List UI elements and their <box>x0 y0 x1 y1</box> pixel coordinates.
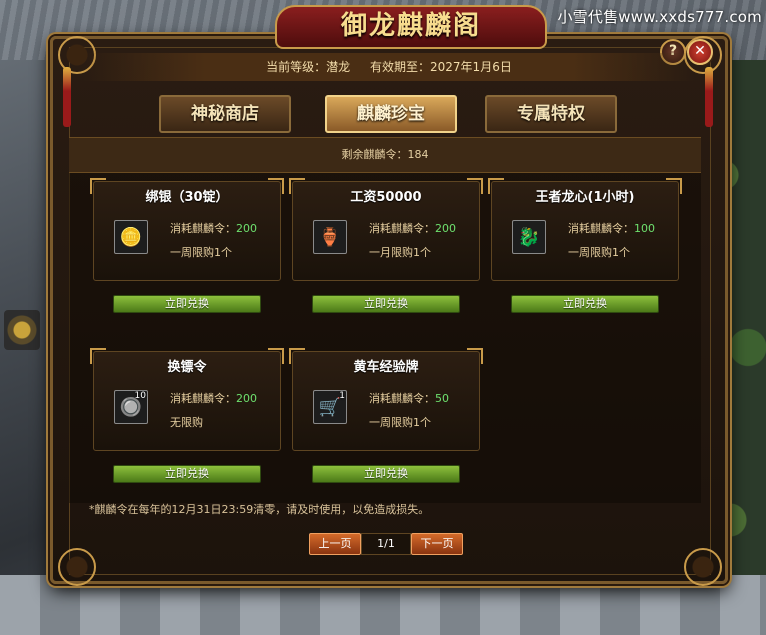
gold-pot-icon: 🏺 <box>313 220 347 254</box>
cost-label: 消耗麒麟令： <box>369 222 435 235</box>
item-name: 工资50000 <box>350 190 422 205</box>
purchase-limit: 一周限购1个 <box>369 416 431 429</box>
window-title: 御龙麒麟阁 <box>275 5 547 49</box>
item-cost: 消耗麒麟令：100 <box>568 220 655 236</box>
current-level: 当前等级：潜龙 <box>266 60 351 74</box>
remaining-tokens: 剩余麒麟令：184 <box>69 137 701 173</box>
cost-label: 消耗麒麟令： <box>568 222 634 235</box>
dragon-heart-icon: 🐉 <box>512 220 546 254</box>
tab-bar: 神秘商店 麒麟珍宝 专属特权 <box>159 95 619 133</box>
lantern-decoration <box>4 310 40 350</box>
watermark-text: 小雪代售www.xxds777.com <box>557 8 762 26</box>
expiry-date: 有效期至：2027年1月6日 <box>370 60 512 74</box>
purchase-limit: 一周限购1个 <box>170 246 232 259</box>
item-name: 王者龙心(1小时) <box>535 190 635 205</box>
tab-exclusive-privilege[interactable]: 专属特权 <box>485 95 617 133</box>
ribbon-ornament <box>63 67 71 127</box>
page-indicator: 1/1 <box>361 533 411 555</box>
shop-item-card: 王者龙心(1小时) 🐉 消耗麒麟令：100 一周限购1个 <box>488 178 679 281</box>
cost-label: 消耗麒麟令： <box>170 392 236 405</box>
purchase-limit: 一周限购1个 <box>568 246 630 259</box>
qilin-pavilion-window: 御龙麒麟阁 ? ✕ 当前等级：潜龙 有效期至：2027年1月6日 神秘商店 麒麟… <box>50 5 728 586</box>
stone-ground <box>0 575 766 635</box>
cost-value: 50 <box>435 392 449 405</box>
item-name: 绑银（30锭） <box>145 190 229 205</box>
cost-label: 消耗麒麟令： <box>170 222 236 235</box>
cost-value: 200 <box>435 222 456 235</box>
shop-item-card: 工资50000 🏺 消耗麒麟令：200 一月限购1个 <box>289 178 480 281</box>
escort-token-icon: 🔘 10 <box>114 390 148 424</box>
shop-item-card: 黄车经验牌 🛒 1 消耗麒麟令：50 一周限购1个 <box>289 348 480 451</box>
cost-value: 100 <box>634 222 655 235</box>
item-name: 换镖令 <box>167 360 207 375</box>
corner-ornament <box>58 548 96 586</box>
item-name: 黄车经验牌 <box>353 360 419 375</box>
cart-exp-icon: 🛒 1 <box>313 390 347 424</box>
corner-ornament <box>684 548 722 586</box>
tab-mystery-shop[interactable]: 神秘商店 <box>159 95 291 133</box>
ribbon-ornament <box>705 67 713 127</box>
item-cost: 消耗麒麟令：200 <box>369 220 456 236</box>
item-count: 1 <box>339 391 345 401</box>
exchange-button[interactable]: 立即兑换 <box>113 295 261 313</box>
item-count: 10 <box>134 391 146 401</box>
shop-item-card: 换镖令 🔘 10 消耗麒麟令：200 无限购 <box>90 348 281 451</box>
exchange-button[interactable]: 立即兑换 <box>312 295 460 313</box>
member-info: 当前等级：潜龙 有效期至：2027年1月6日 <box>83 53 695 81</box>
cost-value: 200 <box>236 222 257 235</box>
cost-value: 200 <box>236 392 257 405</box>
exchange-button[interactable]: 立即兑换 <box>312 465 460 483</box>
item-cost: 消耗麒麟令：200 <box>170 220 257 236</box>
prev-page-button[interactable]: 上一页 <box>309 533 361 555</box>
silver-ingot-icon: 🪙 <box>114 220 148 254</box>
token-reset-note: *麒麟令在每年的12月31日23:59清零，请及时使用，以免造成损失。 <box>89 503 430 516</box>
purchase-limit: 无限购 <box>170 416 203 429</box>
item-cost: 消耗麒麟令：50 <box>369 390 449 406</box>
next-page-button[interactable]: 下一页 <box>411 533 463 555</box>
exchange-button[interactable]: 立即兑换 <box>511 295 659 313</box>
cost-label: 消耗麒麟令： <box>369 392 435 405</box>
shop-item-card: 绑银（30锭） 🪙 消耗麒麟令：200 一周限购1个 <box>90 178 281 281</box>
exchange-button[interactable]: 立即兑换 <box>113 465 261 483</box>
item-grid: 绑银（30锭） 🪙 消耗麒麟令：200 一周限购1个 立即兑换 工资50000 … <box>69 173 701 503</box>
purchase-limit: 一月限购1个 <box>369 246 431 259</box>
item-cost: 消耗麒麟令：200 <box>170 390 257 406</box>
tab-qilin-treasure[interactable]: 麒麟珍宝 <box>325 95 457 133</box>
